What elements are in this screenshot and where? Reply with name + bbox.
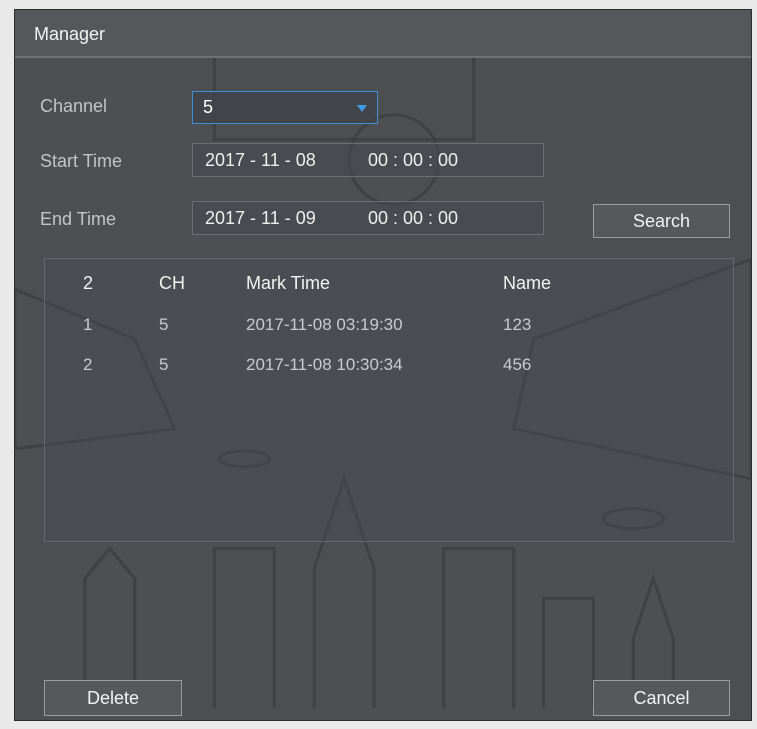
channel-select-value: 5 — [203, 97, 214, 117]
row-channel: 5 — [159, 355, 169, 374]
row-name: 456 — [503, 355, 532, 374]
row-index: 1 — [83, 315, 93, 334]
start-time-field[interactable]: 2017 - 11 - 08 00 : 00 : 00 — [192, 143, 544, 177]
header-mark-time[interactable]: Mark Time — [246, 273, 330, 294]
channel-label: Channel — [40, 96, 108, 116]
cancel-button[interactable]: Cancel — [593, 680, 730, 716]
dialog-title: Manager — [34, 24, 106, 44]
start-date-value[interactable]: 2017 - 11 - 08 — [205, 150, 316, 171]
dropdown-arrow-icon — [357, 105, 367, 112]
mark-list: 2 CH Mark Time Name 1 5 2017-11-08 03:19… — [44, 258, 734, 542]
row-channel: 5 — [159, 315, 169, 334]
end-time-value[interactable]: 00 : 00 : 00 — [368, 208, 458, 229]
delete-button[interactable]: Delete — [44, 680, 182, 716]
end-date-value[interactable]: 2017 - 11 - 09 — [205, 208, 316, 229]
start-time-value[interactable]: 00 : 00 : 00 — [368, 150, 458, 171]
header-channel[interactable]: CH — [159, 273, 185, 294]
end-time-label: End Time — [40, 209, 117, 229]
row-mark-time: 2017-11-08 03:19:30 — [246, 315, 403, 334]
row-name: 123 — [503, 315, 532, 334]
header-name[interactable]: Name — [503, 273, 551, 294]
manager-dialog: Manager Channel 5 Start Time 2017 - 11 -… — [14, 9, 752, 721]
row-mark-time: 2017-11-08 10:30:34 — [246, 355, 403, 374]
end-time-field[interactable]: 2017 - 11 - 09 00 : 00 : 00 — [192, 201, 544, 235]
row-index: 2 — [83, 355, 93, 374]
search-button[interactable]: Search — [593, 204, 730, 238]
start-time-label: Start Time — [40, 151, 123, 171]
channel-select[interactable]: 5 — [192, 91, 378, 124]
title-bar: Manager — [15, 10, 751, 58]
header-index[interactable]: 2 — [83, 273, 93, 294]
table-row[interactable]: 2 5 2017-11-08 10:30:34 456 — [45, 355, 733, 395]
table-row[interactable]: 1 5 2017-11-08 03:19:30 123 — [45, 315, 733, 355]
